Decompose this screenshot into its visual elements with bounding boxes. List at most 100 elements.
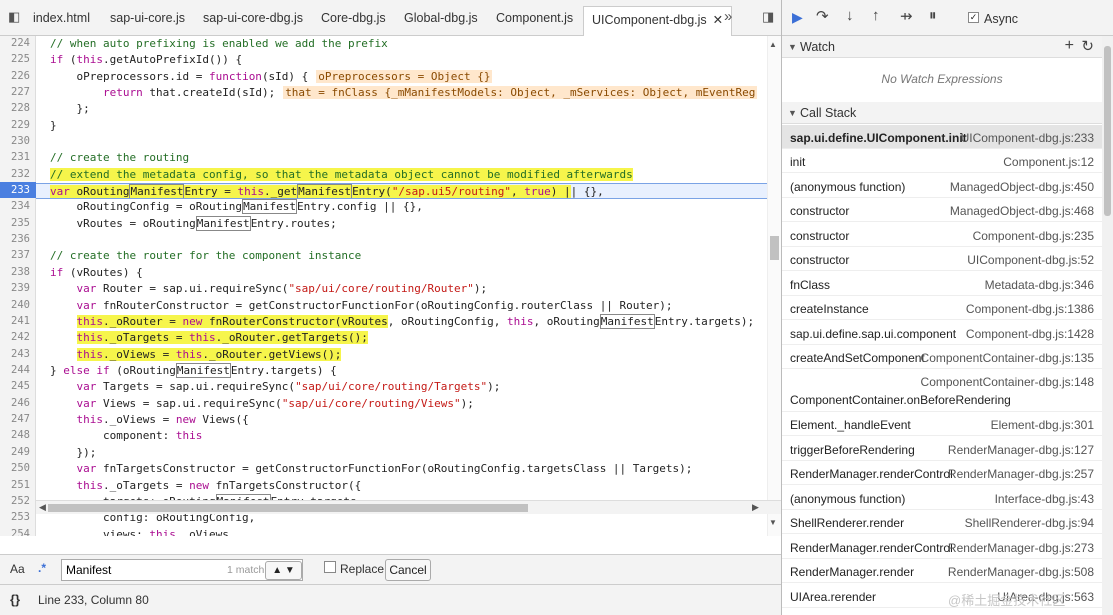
line-number[interactable]: 241 xyxy=(0,315,30,327)
call-frame[interactable]: (anonymous function) Interface-dbg.js:43 xyxy=(782,486,1102,510)
scroll-right-icon[interactable]: ▶ xyxy=(752,502,759,513)
cancel-button[interactable]: Cancel xyxy=(385,559,431,581)
tab-core-dbg[interactable]: Core-dbg.js xyxy=(321,11,386,25)
line-number[interactable]: 252 xyxy=(0,495,30,507)
toggle-navigator-icon[interactable]: ◧ xyxy=(8,9,20,25)
pause-on-exceptions-icon[interactable]: ⏸ xyxy=(929,7,937,24)
call-frame[interactable]: constructor ManagedObject-dbg.js:468 xyxy=(782,198,1102,222)
frame-location[interactable]: UIComponent-dbg.js:52 xyxy=(967,253,1094,267)
call-frame[interactable]: fnClass Metadata-dbg.js:346 xyxy=(782,272,1102,296)
line-number[interactable]: 246 xyxy=(0,397,30,409)
call-frame[interactable]: Element._handleEvent Element-dbg.js:301 xyxy=(782,412,1102,436)
step-over-icon[interactable]: ↷ xyxy=(816,7,829,25)
call-frame[interactable]: constructor UIComponent-dbg.js:52 xyxy=(782,247,1102,271)
close-icon[interactable]: ✕ xyxy=(713,13,723,27)
frame-location[interactable]: RenderManager-dbg.js:273 xyxy=(948,541,1094,555)
frame-location[interactable]: ComponentContainer-dbg.js:135 xyxy=(921,351,1094,365)
line-number[interactable]: 224 xyxy=(0,37,30,49)
deactivate-breakpoints-icon[interactable]: ⇸ xyxy=(900,7,913,25)
frame-location[interactable]: UIComponent-dbg.js:233 xyxy=(961,131,1094,145)
line-number[interactable]: 253 xyxy=(0,511,30,523)
breakpoint-marker[interactable]: 233 xyxy=(0,182,36,198)
frame-location[interactable]: Metadata-dbg.js:346 xyxy=(985,278,1094,292)
pretty-print-button[interactable]: {} xyxy=(10,592,20,607)
line-number[interactable]: 230 xyxy=(0,135,30,147)
call-frame[interactable]: constructor Component-dbg.js:235 xyxy=(782,223,1102,247)
call-frame[interactable]: (anonymous function) ManagedObject-dbg.js… xyxy=(782,174,1102,198)
tab-component[interactable]: Component.js xyxy=(496,11,573,25)
tab-index-html[interactable]: index.html xyxy=(33,11,90,25)
line-number[interactable]: 228 xyxy=(0,102,30,114)
frame-location[interactable]: Component-dbg.js:235 xyxy=(973,229,1094,243)
line-number[interactable]: 243 xyxy=(0,348,30,360)
scroll-up-icon[interactable]: ▲ xyxy=(769,40,777,49)
step-into-icon[interactable]: ↓ xyxy=(846,7,854,24)
line-number[interactable]: 237 xyxy=(0,249,30,261)
frame-location[interactable]: ManagedObject-dbg.js:450 xyxy=(950,180,1094,194)
frame-location[interactable]: ManagedObject-dbg.js:468 xyxy=(950,204,1094,218)
line-number[interactable]: 244 xyxy=(0,364,30,376)
prev-next-match-buttons[interactable]: ▲ ▼ xyxy=(265,561,302,580)
case-sensitive-toggle[interactable]: Aa xyxy=(10,562,25,576)
tab-sap-ui-core[interactable]: sap-ui-core.js xyxy=(110,11,185,25)
frame-location[interactable]: Component-dbg.js:1386 xyxy=(966,302,1094,316)
frame-location[interactable]: ComponentContainer-dbg.js:148 xyxy=(921,375,1094,389)
sidebar-scrollbar[interactable] xyxy=(1102,36,1113,615)
replace-checkbox[interactable] xyxy=(324,561,336,573)
line-number[interactable]: 227 xyxy=(0,86,30,98)
call-frame[interactable]: init Component.js:12 xyxy=(782,149,1102,173)
line-number[interactable]: 239 xyxy=(0,282,30,294)
line-number[interactable]: 249 xyxy=(0,446,30,458)
async-checkbox[interactable]: ✓ xyxy=(968,12,979,23)
call-frame[interactable]: RenderManager.renderControl RenderManager… xyxy=(782,535,1102,559)
frame-location[interactable]: Element-dbg.js:301 xyxy=(991,418,1094,432)
call-frame[interactable]: sap.ui.define.sap.ui.component Component-… xyxy=(782,321,1102,345)
line-number[interactable]: 242 xyxy=(0,331,30,343)
call-frame[interactable]: RenderManager.renderControl RenderManager… xyxy=(782,461,1102,485)
line-number[interactable]: 251 xyxy=(0,479,30,491)
call-frame[interactable]: triggerBeforeRendering RenderManager-dbg.… xyxy=(782,437,1102,461)
editor-vertical-scrollbar[interactable]: ▲ ▼ xyxy=(767,36,781,536)
line-gutter[interactable]: 224 225 226 227 228 229 230 231 232 234 … xyxy=(0,36,36,536)
line-number[interactable]: 254 xyxy=(0,528,30,536)
step-out-icon[interactable]: ↑ xyxy=(872,7,880,24)
line-number[interactable]: 225 xyxy=(0,53,30,65)
editor-horizontal-scrollbar[interactable]: ◀ ▶ xyxy=(36,500,781,514)
tab-global-dbg[interactable]: Global-dbg.js xyxy=(404,11,478,25)
line-number[interactable]: 232 xyxy=(0,168,30,180)
frame-location[interactable]: RenderManager-dbg.js:508 xyxy=(948,565,1094,579)
call-frame[interactable]: createInstance Component-dbg.js:1386 xyxy=(782,296,1102,320)
line-number[interactable]: 245 xyxy=(0,380,30,392)
line-number[interactable]: 247 xyxy=(0,413,30,425)
line-number[interactable]: 226 xyxy=(0,70,30,82)
line-number[interactable]: 231 xyxy=(0,151,30,163)
line-number[interactable]: 236 xyxy=(0,233,30,245)
frame-location[interactable]: Component-dbg.js:1428 xyxy=(966,327,1094,341)
code-editor[interactable]: 224 225 226 227 228 229 230 231 232 234 … xyxy=(0,36,781,536)
line-number[interactable]: 250 xyxy=(0,462,30,474)
line-number[interactable]: 240 xyxy=(0,299,30,311)
scroll-down-icon[interactable]: ▼ xyxy=(769,518,777,527)
frame-location[interactable]: RenderManager-dbg.js:127 xyxy=(948,443,1094,457)
frame-location[interactable]: Component.js:12 xyxy=(1003,155,1094,169)
frame-location[interactable]: ShellRenderer-dbg.js:94 xyxy=(965,516,1094,530)
tab-uicomponent-dbg[interactable]: UIComponent-dbg.js ✕ xyxy=(583,6,733,36)
add-expression-icon[interactable]: + xyxy=(1065,37,1074,55)
scroll-thumb[interactable] xyxy=(1104,46,1111,216)
regex-toggle[interactable]: .* xyxy=(38,561,46,575)
scroll-thumb[interactable] xyxy=(770,236,779,260)
frame-location[interactable]: Interface-dbg.js:43 xyxy=(995,492,1094,506)
line-number[interactable]: 229 xyxy=(0,119,30,131)
call-frame[interactable]: ComponentContainer-dbg.js:148 ComponentCo… xyxy=(782,370,1102,412)
watch-section-header[interactable]: ▼ Watch + ↻ xyxy=(782,36,1102,58)
call-frame[interactable]: sap.ui.define.UIComponent.init UIComponen… xyxy=(782,125,1102,149)
call-stack-section-header[interactable]: ▼ Call Stack xyxy=(782,102,1102,124)
line-number[interactable]: 235 xyxy=(0,217,30,229)
tab-overflow-icon[interactable]: » xyxy=(724,8,732,25)
line-number[interactable]: 248 xyxy=(0,429,30,441)
line-number[interactable]: 238 xyxy=(0,266,30,278)
scroll-left-icon[interactable]: ◀ xyxy=(39,502,46,513)
resume-icon[interactable]: ▶ xyxy=(792,9,803,26)
tab-sap-ui-core-dbg[interactable]: sap-ui-core-dbg.js xyxy=(203,11,303,25)
toggle-debugger-icon[interactable]: ◨ xyxy=(762,9,774,25)
